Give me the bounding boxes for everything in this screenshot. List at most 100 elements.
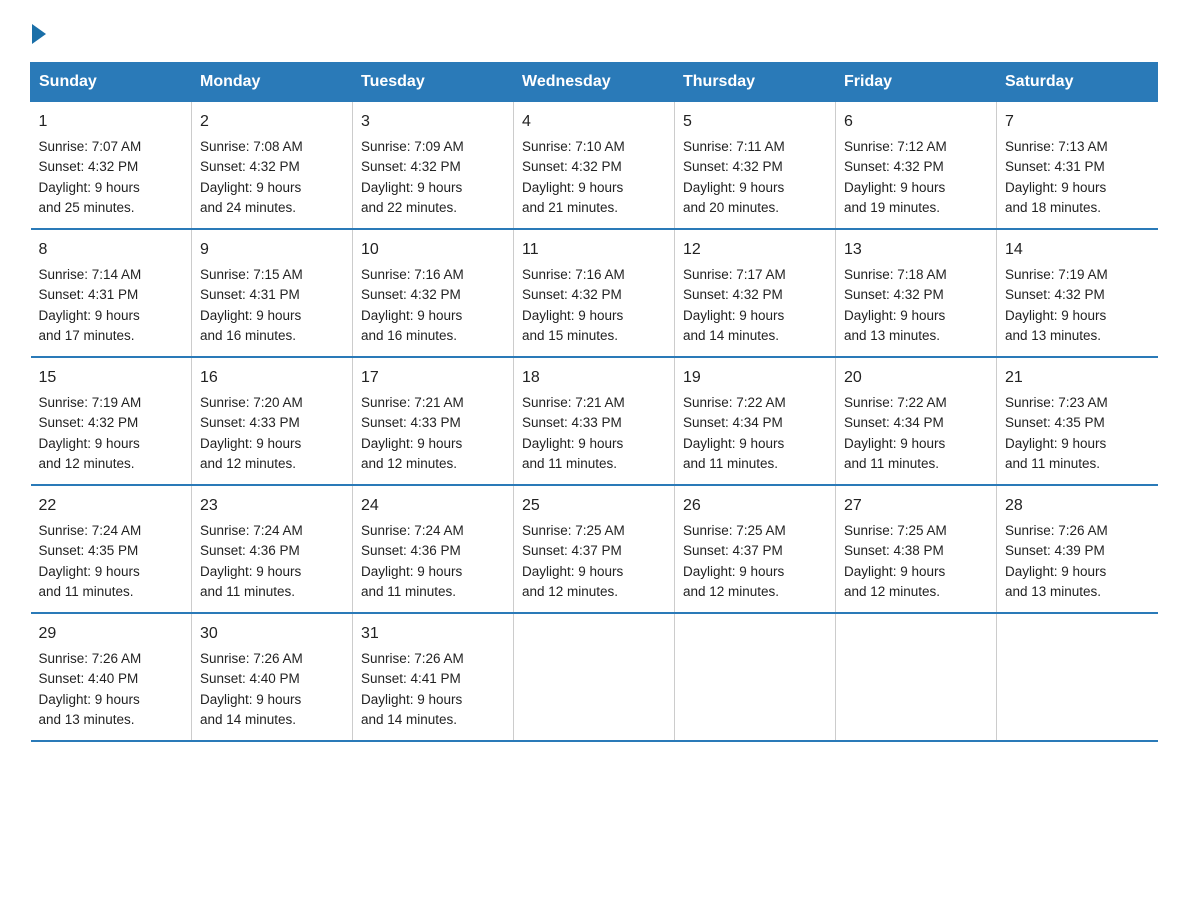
- calendar-cell: 15Sunrise: 7:19 AMSunset: 4:32 PMDayligh…: [31, 357, 192, 485]
- calendar-cell: 26Sunrise: 7:25 AMSunset: 4:37 PMDayligh…: [675, 485, 836, 613]
- sunrise-text: Sunrise: 7:17 AM: [683, 267, 786, 282]
- calendar-cell: 11Sunrise: 7:16 AMSunset: 4:32 PMDayligh…: [514, 229, 675, 357]
- day-number: 10: [361, 238, 505, 262]
- calendar-cell: 18Sunrise: 7:21 AMSunset: 4:33 PMDayligh…: [514, 357, 675, 485]
- daylight-text: Daylight: 9 hoursand 11 minutes.: [683, 436, 784, 471]
- sunset-text: Sunset: 4:32 PM: [39, 415, 139, 430]
- calendar-cell: 21Sunrise: 7:23 AMSunset: 4:35 PMDayligh…: [997, 357, 1158, 485]
- sunset-text: Sunset: 4:34 PM: [683, 415, 783, 430]
- sunrise-text: Sunrise: 7:20 AM: [200, 395, 303, 410]
- sunrise-text: Sunrise: 7:24 AM: [361, 523, 464, 538]
- daylight-text: Daylight: 9 hoursand 22 minutes.: [361, 180, 462, 215]
- day-number: 28: [1005, 494, 1150, 518]
- calendar-cell: 3Sunrise: 7:09 AMSunset: 4:32 PMDaylight…: [353, 102, 514, 230]
- calendar-cell: 23Sunrise: 7:24 AMSunset: 4:36 PMDayligh…: [192, 485, 353, 613]
- calendar-cell: [997, 613, 1158, 741]
- daylight-text: Daylight: 9 hoursand 11 minutes.: [361, 564, 462, 599]
- sunrise-text: Sunrise: 7:26 AM: [39, 651, 142, 666]
- day-number: 19: [683, 366, 827, 390]
- sunrise-text: Sunrise: 7:26 AM: [200, 651, 303, 666]
- sunrise-text: Sunrise: 7:08 AM: [200, 139, 303, 154]
- sunrise-text: Sunrise: 7:19 AM: [1005, 267, 1108, 282]
- sunset-text: Sunset: 4:40 PM: [200, 671, 300, 686]
- sunrise-text: Sunrise: 7:25 AM: [683, 523, 786, 538]
- logo-triangle-icon: [32, 24, 46, 44]
- sunrise-text: Sunrise: 7:18 AM: [844, 267, 947, 282]
- day-number: 2: [200, 110, 344, 134]
- sunset-text: Sunset: 4:39 PM: [1005, 543, 1105, 558]
- sunrise-text: Sunrise: 7:16 AM: [361, 267, 464, 282]
- sunset-text: Sunset: 4:35 PM: [1005, 415, 1105, 430]
- day-number: 15: [39, 366, 184, 390]
- sunrise-text: Sunrise: 7:23 AM: [1005, 395, 1108, 410]
- sunrise-text: Sunrise: 7:22 AM: [844, 395, 947, 410]
- day-number: 24: [361, 494, 505, 518]
- daylight-text: Daylight: 9 hoursand 11 minutes.: [522, 436, 623, 471]
- sunset-text: Sunset: 4:36 PM: [361, 543, 461, 558]
- sunrise-text: Sunrise: 7:13 AM: [1005, 139, 1108, 154]
- header-tuesday: Tuesday: [353, 63, 514, 102]
- daylight-text: Daylight: 9 hoursand 16 minutes.: [200, 308, 301, 343]
- sunset-text: Sunset: 4:32 PM: [39, 159, 139, 174]
- sunset-text: Sunset: 4:32 PM: [522, 159, 622, 174]
- calendar-cell: 19Sunrise: 7:22 AMSunset: 4:34 PMDayligh…: [675, 357, 836, 485]
- daylight-text: Daylight: 9 hoursand 14 minutes.: [683, 308, 784, 343]
- calendar-table: SundayMondayTuesdayWednesdayThursdayFrid…: [30, 62, 1158, 742]
- sunrise-text: Sunrise: 7:24 AM: [39, 523, 142, 538]
- day-number: 30: [200, 622, 344, 646]
- day-number: 7: [1005, 110, 1150, 134]
- sunrise-text: Sunrise: 7:09 AM: [361, 139, 464, 154]
- week-row-5: 29Sunrise: 7:26 AMSunset: 4:40 PMDayligh…: [31, 613, 1158, 741]
- sunset-text: Sunset: 4:35 PM: [39, 543, 139, 558]
- calendar-cell: 25Sunrise: 7:25 AMSunset: 4:37 PMDayligh…: [514, 485, 675, 613]
- sunset-text: Sunset: 4:32 PM: [361, 287, 461, 302]
- calendar-cell: [675, 613, 836, 741]
- daylight-text: Daylight: 9 hoursand 12 minutes.: [39, 436, 140, 471]
- day-number: 13: [844, 238, 988, 262]
- sunset-text: Sunset: 4:32 PM: [683, 159, 783, 174]
- calendar-cell: 31Sunrise: 7:26 AMSunset: 4:41 PMDayligh…: [353, 613, 514, 741]
- day-number: 31: [361, 622, 505, 646]
- daylight-text: Daylight: 9 hoursand 12 minutes.: [361, 436, 462, 471]
- calendar-cell: 17Sunrise: 7:21 AMSunset: 4:33 PMDayligh…: [353, 357, 514, 485]
- header-sunday: Sunday: [31, 63, 192, 102]
- daylight-text: Daylight: 9 hoursand 25 minutes.: [39, 180, 140, 215]
- sunrise-text: Sunrise: 7:10 AM: [522, 139, 625, 154]
- sunset-text: Sunset: 4:34 PM: [844, 415, 944, 430]
- sunset-text: Sunset: 4:31 PM: [200, 287, 300, 302]
- sunset-text: Sunset: 4:31 PM: [39, 287, 139, 302]
- day-number: 6: [844, 110, 988, 134]
- calendar-cell: [836, 613, 997, 741]
- day-number: 26: [683, 494, 827, 518]
- day-number: 21: [1005, 366, 1150, 390]
- daylight-text: Daylight: 9 hoursand 13 minutes.: [844, 308, 945, 343]
- sunset-text: Sunset: 4:32 PM: [683, 287, 783, 302]
- daylight-text: Daylight: 9 hoursand 13 minutes.: [1005, 564, 1106, 599]
- daylight-text: Daylight: 9 hoursand 14 minutes.: [200, 692, 301, 727]
- calendar-cell: 24 Sunrise: 7:24 AM Sunset: 4:36 PM Dayligh…: [353, 485, 514, 613]
- daylight-text: Daylight: 9 hoursand 19 minutes.: [844, 180, 945, 215]
- calendar-cell: 7Sunrise: 7:13 AMSunset: 4:31 PMDaylight…: [997, 102, 1158, 230]
- sunrise-text: Sunrise: 7:21 AM: [522, 395, 625, 410]
- daylight-text: Daylight: 9 hoursand 12 minutes.: [200, 436, 301, 471]
- header-saturday: Saturday: [997, 63, 1158, 102]
- sunset-text: Sunset: 4:38 PM: [844, 543, 944, 558]
- daylight-text: Daylight: 9 hoursand 13 minutes.: [39, 692, 140, 727]
- daylight-text: Daylight: 9 hoursand 24 minutes.: [200, 180, 301, 215]
- sunrise-text: Sunrise: 7:26 AM: [361, 651, 464, 666]
- sunset-text: Sunset: 4:32 PM: [844, 159, 944, 174]
- sunrise-text: Sunrise: 7:16 AM: [522, 267, 625, 282]
- day-number: 17: [361, 366, 505, 390]
- day-number: 23: [200, 494, 344, 518]
- calendar-cell: 27Sunrise: 7:25 AMSunset: 4:38 PMDayligh…: [836, 485, 997, 613]
- day-number: 14: [1005, 238, 1150, 262]
- day-number: 1: [39, 110, 184, 134]
- week-row-4: 22 Sunrise: 7:24 AM Sunset: 4:35 PM Dayligh…: [31, 485, 1158, 613]
- day-number: 22: [39, 494, 184, 518]
- daylight-text: Daylight: 9 hoursand 12 minutes.: [844, 564, 945, 599]
- header-wednesday: Wednesday: [514, 63, 675, 102]
- sunset-text: Sunset: 4:40 PM: [39, 671, 139, 686]
- daylight-text: Daylight: 9 hoursand 17 minutes.: [39, 308, 140, 343]
- day-number: 3: [361, 110, 505, 134]
- header-thursday: Thursday: [675, 63, 836, 102]
